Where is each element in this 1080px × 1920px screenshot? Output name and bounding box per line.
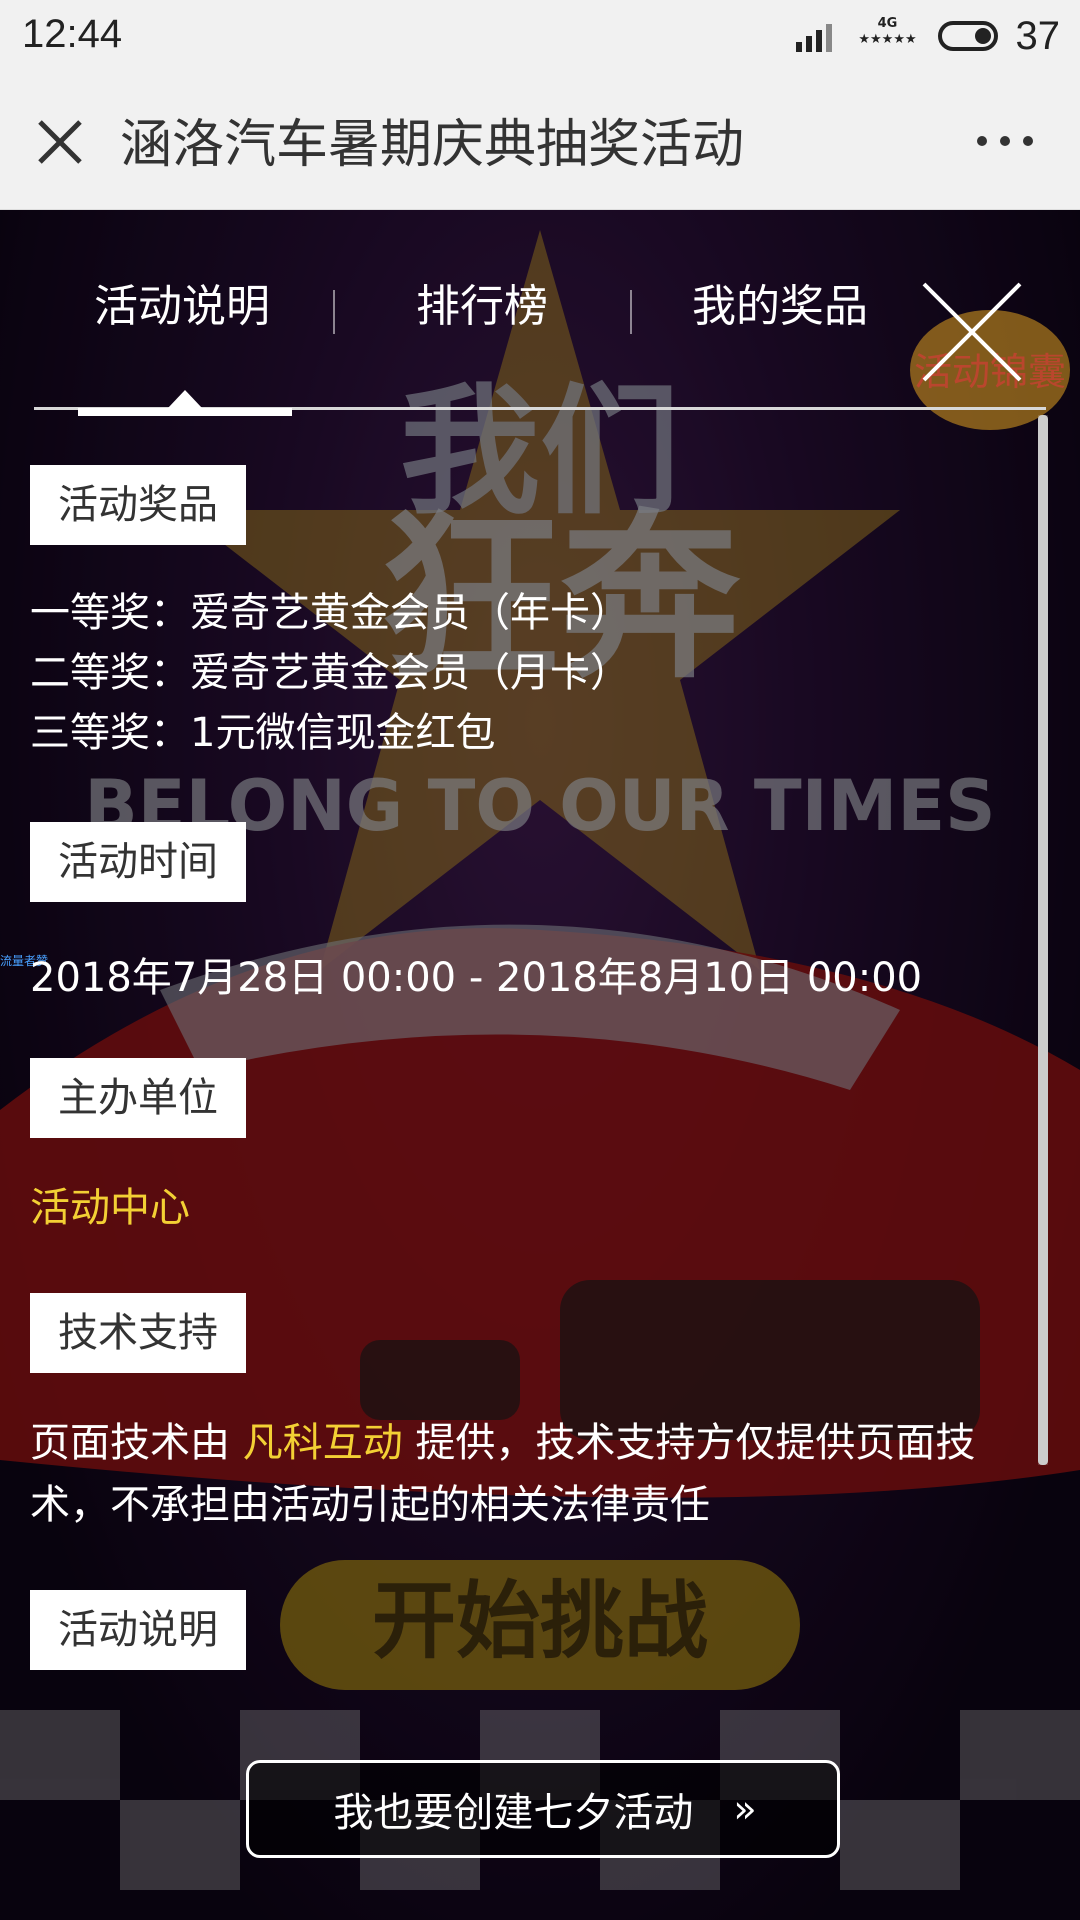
activity-panel: 我们 狂奔 BELONG TO OUR TIMES 开始挑战 活动锦囊 活动说明… [0, 210, 1080, 1920]
battery-level: 37 [1015, 13, 1061, 58]
scrollbar-track[interactable] [1038, 415, 1048, 1465]
network-stars: ★★★★★ [858, 32, 917, 47]
support-section-label: 技术支持 [30, 1293, 246, 1373]
title-bar: 涵洛汽车暑期庆典抽奖活动 [0, 72, 1080, 210]
battery-toggle-icon [937, 21, 998, 51]
more-icon [977, 136, 1033, 146]
page-title: 涵洛汽车暑期庆典抽奖活动 [120, 115, 745, 175]
status-time: 12:44 [22, 12, 123, 56]
tab-separator [630, 290, 632, 334]
activity-time: 2018年7月28日 00:00 - 2018年8月10日 00:00 [30, 955, 923, 1001]
description-section-label: 活动说明 [30, 1590, 246, 1670]
chevron-right-icon: » [733, 1787, 756, 1831]
prize-line-2: 二等奖：爱奇艺黄金会员（月卡） [30, 650, 630, 696]
tab-leaderboard[interactable]: 排行榜 [416, 270, 548, 334]
close-button[interactable] [30, 112, 90, 172]
organizer-link[interactable]: 活动中心 [30, 1175, 190, 1233]
support-text-line-2: 术，不承担由活动引起的相关法律责任 [30, 1482, 710, 1528]
status-bar: 12:44 4G ★★★★★ 37 [0, 0, 1080, 72]
support-text-line-1: 页面技术由 凡科互动 提供，技术支持方仅提供页面技 [30, 1410, 975, 1468]
prizes-section-label: 活动奖品 [30, 465, 246, 545]
signal-icon [792, 16, 838, 56]
prize-line-1: 一等奖：爱奇艺黄金会员（年卡） [30, 590, 630, 636]
time-section-label: 活动时间 [30, 822, 246, 902]
tab-active-indicator [78, 408, 292, 416]
tab-bar: 活动说明 排行榜 我的奖品 [0, 250, 1080, 370]
network-label: 4G [877, 16, 898, 31]
network-icon: 4G ★★★★★ [856, 16, 920, 56]
prize-line-3: 三等奖：1元微信现金红包 [30, 710, 496, 756]
organizer-section-label: 主办单位 [30, 1058, 246, 1138]
tab-activity-info[interactable]: 活动说明 [94, 270, 270, 334]
support-suffix: 提供，技术支持方仅提供页面技 [402, 1420, 976, 1466]
status-icons: 4G ★★★★★ 37 [792, 10, 1061, 62]
tab-separator [333, 290, 335, 334]
create-activity-label: 我也要创建七夕活动 [333, 1790, 694, 1836]
support-company-link[interactable]: 凡科互动 [243, 1420, 403, 1466]
create-activity-button[interactable]: 我也要创建七夕活动 » [246, 1760, 840, 1858]
tab-my-prizes[interactable]: 我的奖品 [692, 270, 868, 334]
tab-active-notch [168, 390, 202, 408]
support-prefix: 页面技术由 [30, 1420, 243, 1466]
close-icon [38, 120, 82, 164]
scrollbar-thumb[interactable] [1038, 415, 1048, 1465]
more-button[interactable] [970, 116, 1040, 166]
